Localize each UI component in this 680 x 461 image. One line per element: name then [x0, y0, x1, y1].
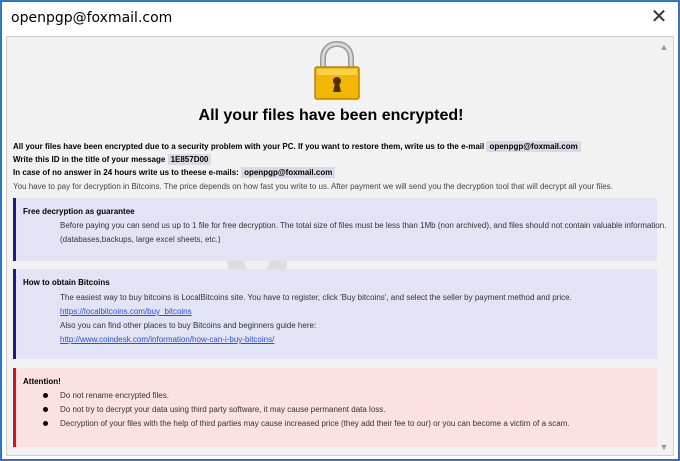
title-bar: openpgp@foxmail.com ✕: [2, 2, 678, 35]
free-decryption-line-2: (databases,backups, large excel sheets, …: [60, 235, 221, 244]
victim-id: 1E857D00: [167, 154, 212, 165]
attention-box: Attention! Do not rename encrypted files…: [13, 368, 657, 447]
scroll-down-arrow-icon[interactable]: ▼: [658, 442, 670, 452]
intro-line-2: Write this ID in the title of your messa…: [13, 154, 212, 165]
bitcoins-line-2: Also you can find other places to buy Bi…: [60, 321, 317, 330]
padlock-icon: [314, 41, 360, 100]
bitcoins-title: How to obtain Bitcoins: [23, 278, 110, 287]
free-decryption-box: Free decryption as guarantee Before payi…: [13, 198, 666, 261]
headline: All your files have been encrypted!: [198, 107, 464, 124]
bitcoins-box: How to obtain Bitcoins The easiest way t…: [13, 269, 657, 359]
close-button[interactable]: ✕: [646, 4, 672, 30]
intro-line-3: In case of no answer in 24 hours write u…: [13, 167, 336, 178]
contact-email[interactable]: openpgp@foxmail.com: [486, 141, 581, 152]
bullet-icon: [43, 407, 48, 412]
coindesk-link[interactable]: http://www.coindesk.com/information/how-…: [60, 335, 274, 344]
free-decryption-line-1: Before paying you can send us up to 1 fi…: [60, 221, 667, 230]
ransom-note-window: openpgp@foxmail.com ✕ ▲ ▼ SMART PC USER …: [1, 1, 679, 460]
intro-line-1: All your files have been encrypted due t…: [13, 141, 581, 152]
localbitcoins-link[interactable]: https://localbitcoins.com/buy_bitcoins: [60, 307, 192, 316]
intro-line-2-text: Write this ID in the title of your messa…: [13, 155, 166, 164]
intro-line-1-text: All your files have been encrypted due t…: [13, 142, 485, 151]
bullet-icon: [43, 421, 48, 426]
close-icon: ✕: [650, 6, 668, 28]
bitcoins-line-1: The easiest way to buy bitcoins is Local…: [60, 293, 572, 302]
intro-line-4: You have to pay for decryption in Bitcoi…: [13, 182, 613, 191]
message-panel[interactable]: ▲ ▼ SMART PC USER All your files have be…: [6, 36, 674, 456]
attention-item-2: Do not try to decrypt your data using th…: [60, 405, 386, 414]
bullet-icon: [43, 393, 48, 398]
window-title: openpgp@foxmail.com: [11, 10, 173, 26]
attention-item-1: Do not rename encrypted files.: [60, 391, 169, 400]
intro-line-3-text: In case of no answer in 24 hours write u…: [13, 168, 239, 177]
scroll-up-arrow-icon[interactable]: ▲: [658, 42, 670, 52]
free-decryption-title: Free decryption as guarantee: [23, 207, 135, 216]
attention-item-3: Decryption of your files with the help o…: [60, 419, 570, 428]
backup-email[interactable]: openpgp@foxmail.com: [241, 167, 336, 178]
attention-title: Attention!: [23, 377, 61, 386]
